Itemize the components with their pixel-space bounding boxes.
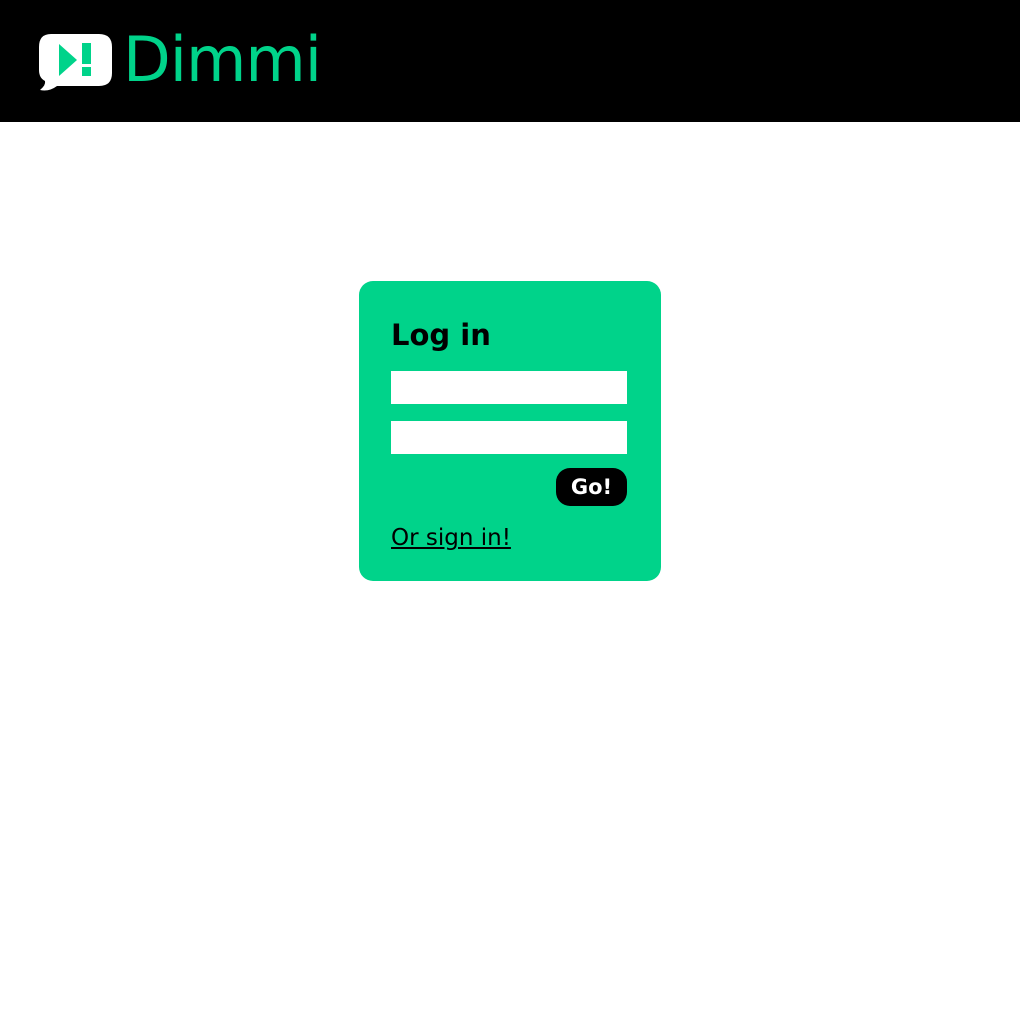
go-button[interactable]: Go! (556, 468, 627, 506)
login-card: Log in Go! Or sign in! (359, 281, 661, 581)
top-header: Dimmi (0, 0, 1020, 122)
signin-link[interactable]: Or sign in! (391, 522, 511, 554)
login-title: Log in (391, 318, 491, 352)
brand-name: Dimmi (123, 23, 322, 96)
username-field[interactable] (391, 371, 627, 404)
password-field[interactable] (391, 421, 627, 454)
speech-bubble-play-exclamation-icon (39, 34, 112, 91)
